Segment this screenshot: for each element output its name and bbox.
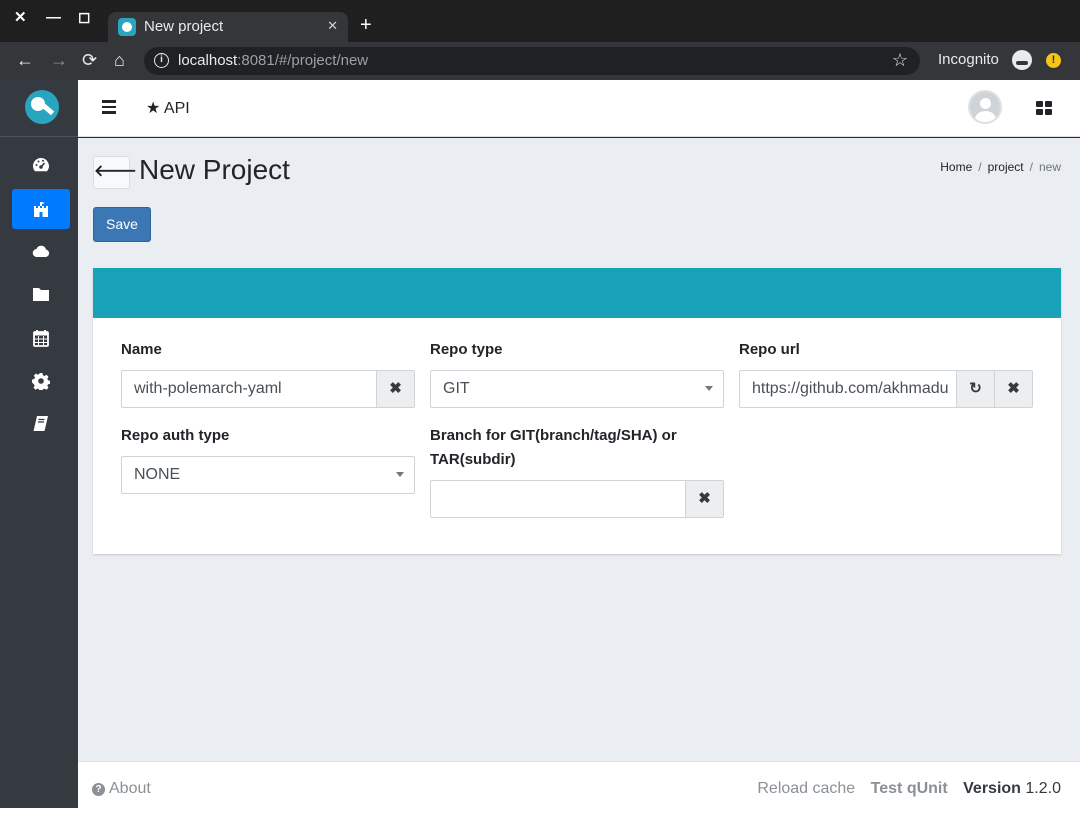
sidebar-item-documentation[interactable] [12, 403, 70, 443]
back-arrow-icon[interactable]: ← [16, 50, 34, 70]
sidebar-item-files[interactable] [12, 274, 70, 314]
home-icon[interactable]: ⌂ [114, 50, 125, 70]
tab-title: New project [144, 18, 224, 35]
branch-label: Branch for GIT(branch/tag/SHA) or TAR(su… [430, 424, 677, 472]
repo-auth-type-value: NONE [134, 466, 181, 483]
incognito-label: Incognito [938, 51, 999, 68]
name-clear-icon[interactable]: ✖ [376, 371, 414, 407]
cloud-icon [32, 245, 50, 258]
reload-cache-link[interactable]: Reload cache [757, 780, 855, 797]
window-bottom-edge [0, 808, 1080, 820]
sidebar-item-projects[interactable] [12, 189, 70, 229]
browser-toolbar: ← → ⟳ ⌂ i localhost:8081/#/project/new ☆ [0, 42, 1080, 80]
brand-logo[interactable] [25, 90, 59, 124]
branch-label-line2: TAR(subdir) [430, 451, 516, 468]
forward-arrow-icon[interactable]: → [50, 50, 68, 70]
question-circle-icon: ? [92, 783, 105, 796]
update-alert-icon[interactable]: ! [1046, 53, 1061, 68]
folder-icon [33, 288, 49, 301]
sidebar-item-settings[interactable] [12, 361, 70, 401]
reload-icon[interactable]: ⟳ [82, 50, 97, 70]
main-content: 🡐 New Project Home / project / new Save Name… [78, 138, 1080, 761]
api-link-label: API [163, 100, 190, 117]
repo-auth-type-select[interactable]: NONE [121, 456, 415, 494]
incognito-icon[interactable] [1012, 50, 1032, 70]
repo-url-label: Repo url [739, 341, 800, 358]
browser-tab-strip: ✕ — ◻ New project ✕ + [0, 0, 1080, 42]
repo-type-label: Repo type [430, 341, 503, 358]
dashboard-gauge-icon [33, 158, 49, 172]
footer-right: Reload cache Test qUnit Version 1.2.0 [757, 780, 1061, 798]
save-button[interactable]: Save [93, 207, 151, 242]
repo-type-value: GIT [443, 380, 470, 397]
new-tab-button[interactable]: + [360, 14, 372, 36]
site-info-icon[interactable]: i [154, 53, 169, 68]
page-title: New Project [139, 154, 290, 185]
back-button[interactable]: 🡐 [93, 156, 137, 189]
gear-icon [32, 373, 50, 390]
sidebar-item-schedule[interactable] [12, 318, 70, 358]
star-icon: ★ [146, 100, 161, 117]
menu-toggle-icon[interactable] [102, 100, 116, 114]
repo-auth-type-label: Repo auth type [121, 427, 230, 444]
castle-icon [34, 202, 48, 217]
name-field[interactable]: with-polemarch-yaml ✖ [121, 370, 415, 408]
breadcrumb-home[interactable]: Home [940, 160, 972, 174]
url-text: localhost:8081/#/project/new [178, 52, 369, 69]
bookmark-star-icon[interactable]: ☆ [892, 50, 908, 71]
name-label: Name [121, 341, 162, 358]
tab-close-icon[interactable]: ✕ [327, 18, 338, 34]
repo-url-reload-icon[interactable]: ↻ [956, 371, 994, 407]
api-link[interactable]: ★ API [146, 98, 190, 118]
book-icon [33, 416, 48, 431]
name-value: with-polemarch-yaml [134, 380, 282, 397]
branch-clear-icon[interactable]: ✖ [685, 481, 723, 517]
footer: ? About Reload cache Test qUnit Version 1… [78, 761, 1080, 808]
chevron-down-icon [705, 386, 713, 391]
chevron-down-icon [396, 472, 404, 477]
sidebar [0, 80, 78, 808]
branch-label-line1: Branch for GIT(branch/tag/SHA) or [430, 427, 677, 444]
window-close-icon[interactable]: ✕ [14, 10, 27, 26]
card-header [93, 268, 1061, 318]
version-value: 1.2.0 [1025, 780, 1061, 797]
branch-field[interactable]: ✖ [430, 480, 724, 518]
window-maximize-icon[interactable]: ◻ [78, 10, 90, 26]
breadcrumb-project[interactable]: project [988, 160, 1024, 174]
address-bar[interactable]: i localhost:8081/#/project/new ☆ [144, 47, 920, 75]
user-avatar[interactable] [968, 90, 1002, 124]
calendar-icon [33, 330, 49, 347]
repo-type-select[interactable]: GIT [430, 370, 724, 408]
sidebar-item-inventories[interactable] [12, 231, 70, 271]
top-header: ★ API [78, 80, 1080, 137]
repo-url-value: https://github.com/akhmadu [752, 380, 949, 397]
app-grid-icon[interactable] [1036, 101, 1052, 115]
about-link[interactable]: ? About [92, 780, 151, 798]
repo-url-clear-icon[interactable]: ✖ [994, 371, 1032, 407]
sidebar-item-dashboard[interactable] [12, 145, 70, 185]
project-form-card: Name with-polemarch-yaml ✖ Repo type GIT… [93, 268, 1061, 554]
version-label: Version [963, 780, 1021, 797]
window-minimize-icon[interactable]: — [46, 10, 61, 26]
breadcrumb: Home / project / new [940, 160, 1061, 174]
sidebar-divider [0, 136, 78, 137]
breadcrumb-current: new [1038, 160, 1061, 174]
polemarch-favicon-icon [118, 18, 136, 36]
test-qunit-link[interactable]: Test qUnit [871, 780, 948, 797]
repo-url-field[interactable]: https://github.com/akhmadu ↻ ✖ [739, 370, 1033, 408]
about-label: About [109, 780, 151, 797]
browser-tab[interactable]: New project ✕ [108, 12, 348, 42]
